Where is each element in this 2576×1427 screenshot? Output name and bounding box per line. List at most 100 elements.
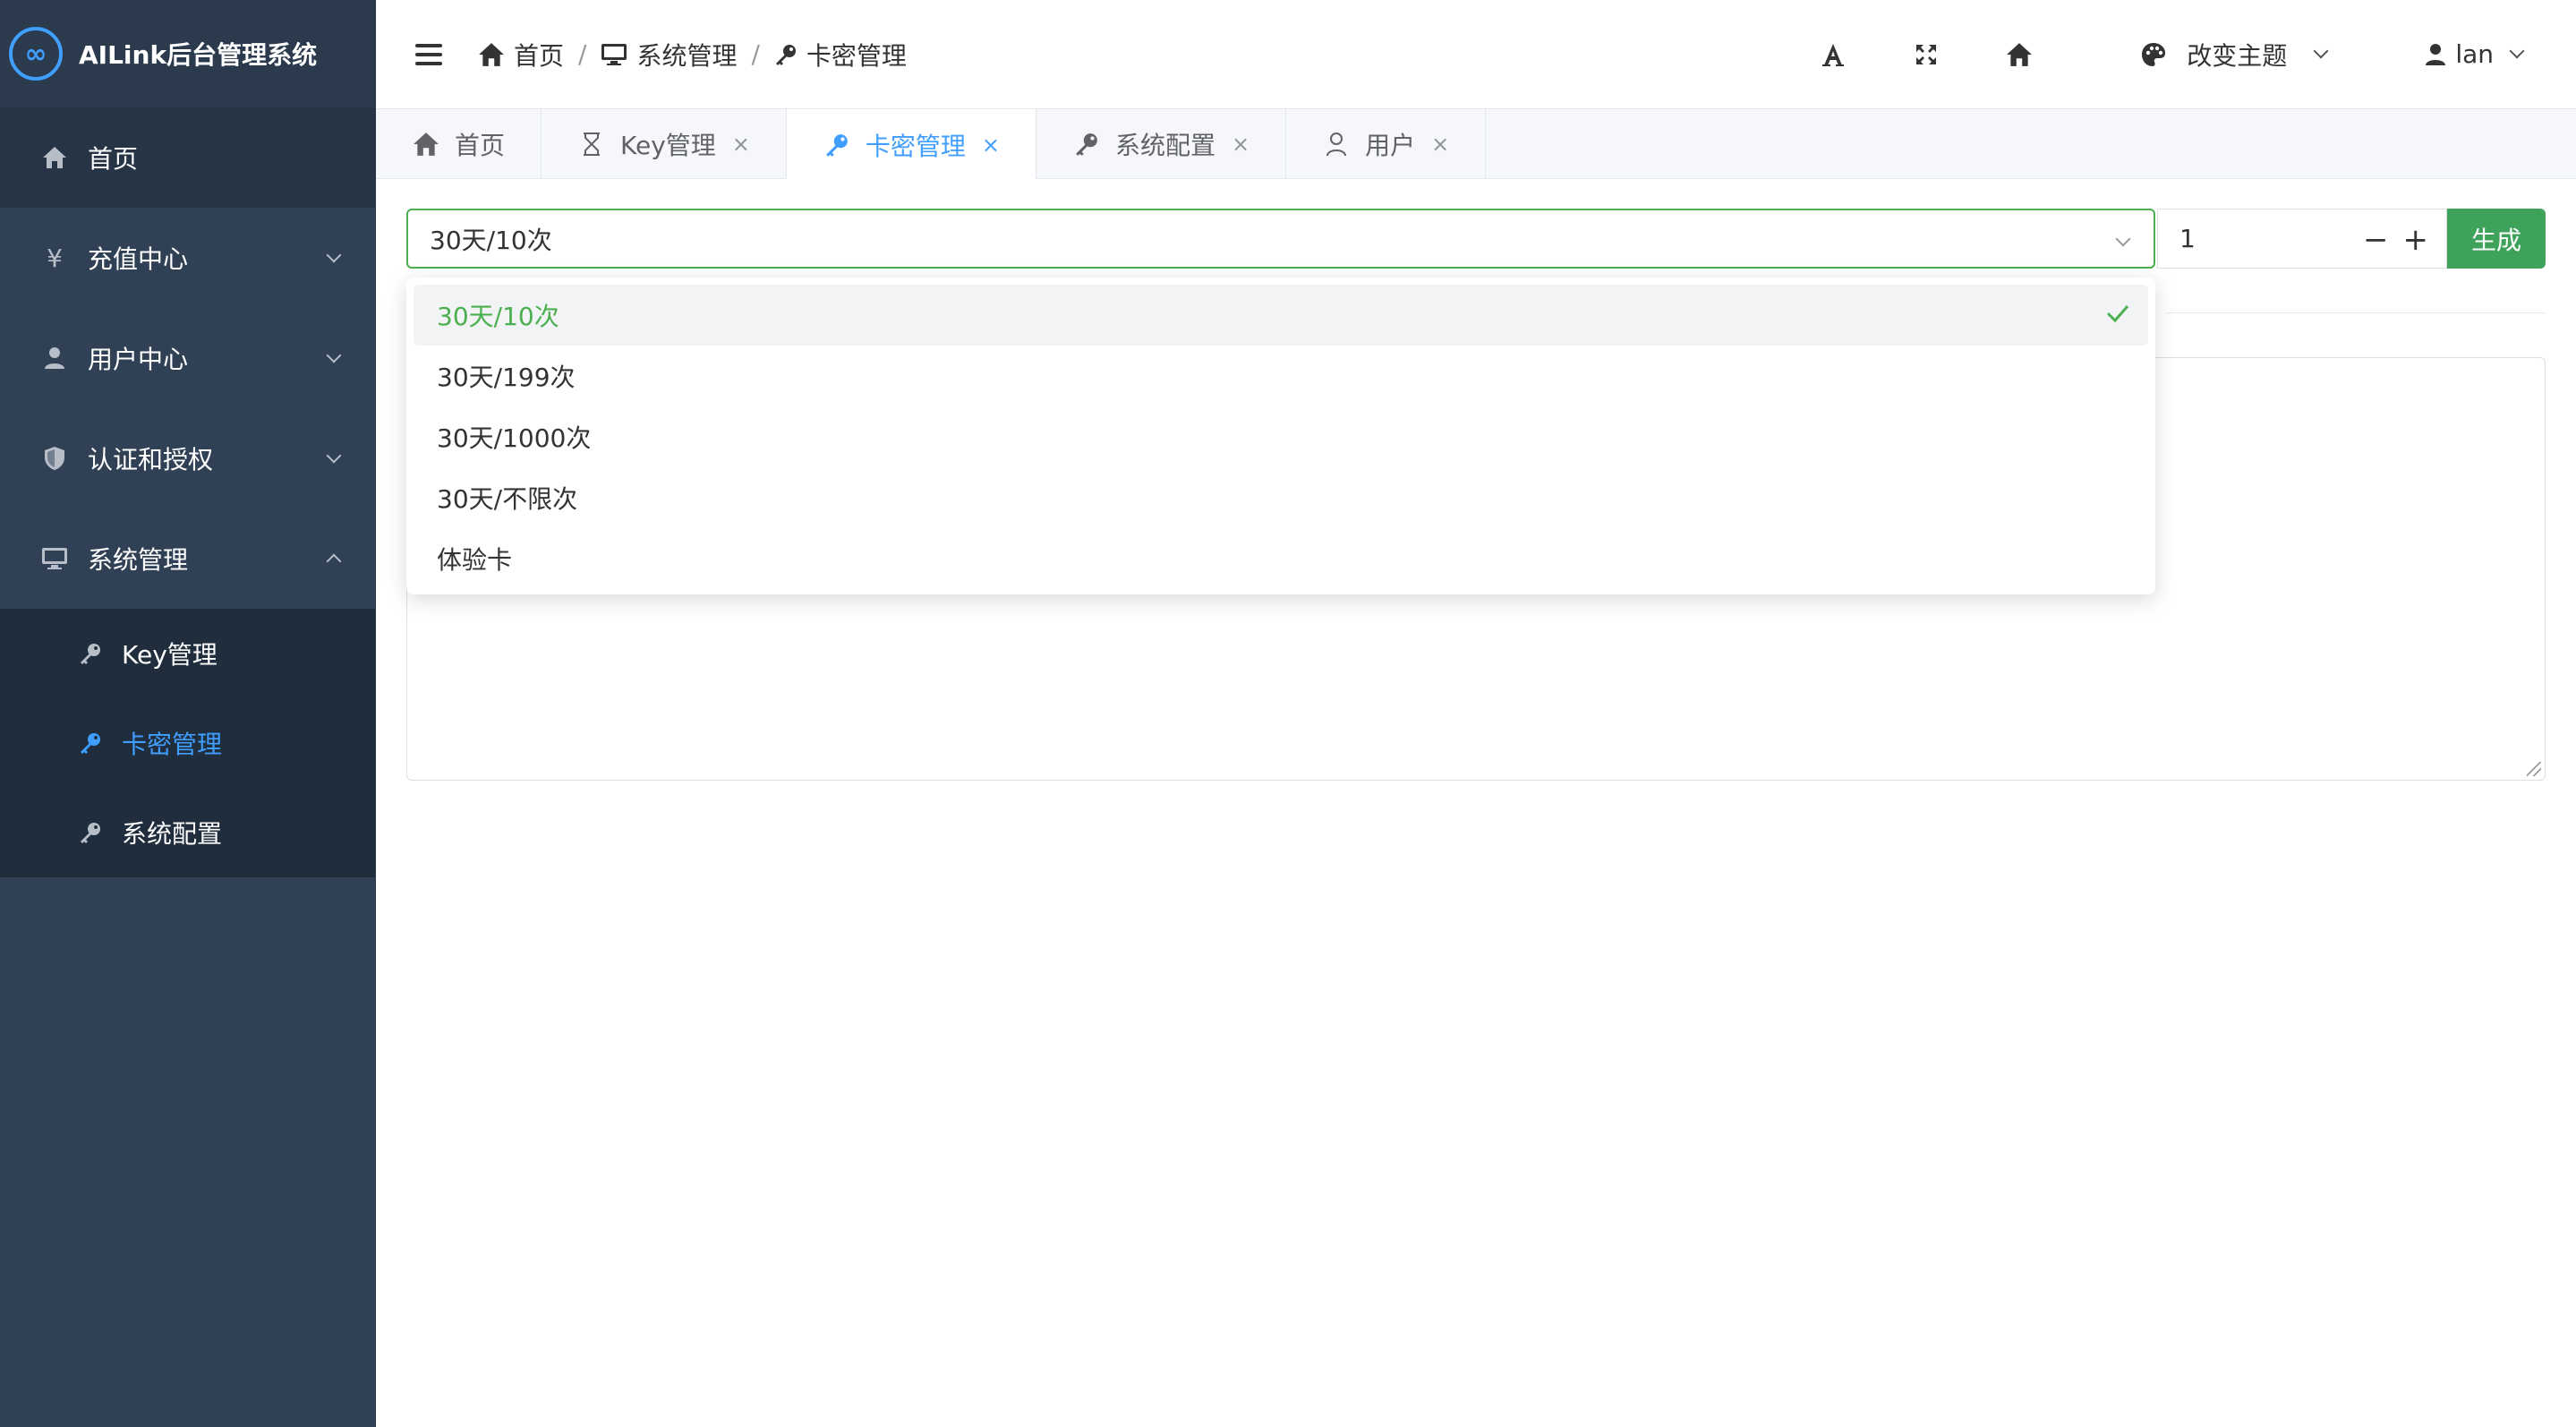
option-label: 体验卡 <box>437 545 513 575</box>
sidebar: ∞ AILink后台管理系统 首页 ¥ 充值中心 用户中心 认证和授权 系统管理… <box>0 0 376 1427</box>
breadcrumb: 首页 / 系统管理 / 卡密管理 <box>478 37 907 73</box>
menu-toggle-icon[interactable] <box>415 43 442 65</box>
shield-icon <box>39 446 70 471</box>
breadcrumb-label: 系统管理 <box>636 40 738 71</box>
tab-home[interactable]: 首页 <box>376 109 542 178</box>
home-icon <box>39 146 70 169</box>
tab-label: Key管理 <box>620 130 716 160</box>
sidebar-item-card-management[interactable]: 卡密管理 <box>0 698 375 788</box>
chevron-down-icon <box>326 347 342 363</box>
close-icon[interactable]: × <box>1232 132 1250 157</box>
monitor-icon <box>39 547 70 570</box>
app-root: ∞ AILink后台管理系统 首页 ¥ 充值中心 用户中心 认证和授权 系统管理… <box>0 0 2576 1427</box>
chevron-down-icon <box>2313 43 2329 58</box>
tab-label: 系统配置 <box>1115 130 1216 160</box>
chevron-down-icon <box>2115 231 2131 247</box>
dropdown-option[interactable]: 30天/不限次 <box>414 467 2148 528</box>
key-icon <box>775 44 796 65</box>
close-icon[interactable]: × <box>1431 132 1449 157</box>
chevron-down-icon <box>326 448 342 464</box>
sidebar-item-label: 充值中心 <box>88 244 189 274</box>
fullscreen-icon[interactable] <box>1913 42 1940 67</box>
tab-label: 用户 <box>1365 130 1416 160</box>
top-header: 首页 / 系统管理 / 卡密管理 改变主题 lan <box>376 0 2576 109</box>
sidebar-item-system-config[interactable]: 系统配置 <box>0 788 375 877</box>
breadcrumb-separator: / <box>751 39 760 69</box>
tab-label: 首页 <box>455 130 506 160</box>
user-outline-icon <box>1322 132 1351 157</box>
stepper-controls: − + <box>2363 222 2428 258</box>
generate-button[interactable]: 生成 <box>2447 209 2546 269</box>
breadcrumb-item-home[interactable]: 首页 <box>478 37 564 73</box>
sidebar-item-home[interactable]: 首页 <box>0 107 375 208</box>
quantity-value: 1 <box>2179 224 2196 253</box>
close-icon[interactable]: × <box>732 132 750 157</box>
header-actions: 改变主题 lan <box>1753 0 2576 108</box>
breadcrumb-item-current: 卡密管理 <box>774 37 907 73</box>
key-icon <box>77 821 104 844</box>
sidebar-item-label: Key管理 <box>122 640 218 670</box>
sidebar-item-label: 卡密管理 <box>122 730 223 759</box>
user-icon <box>39 346 70 370</box>
breadcrumb-separator: / <box>578 39 587 69</box>
select-dropdown: 30天/10次 30天/199次 30天/1000次 30天/不限次 体验卡 <box>406 278 2155 594</box>
sidebar-item-key-management[interactable]: Key管理 <box>0 609 375 698</box>
home-icon[interactable] <box>2006 42 2033 67</box>
sidebar-item-label: 系统配置 <box>122 819 223 849</box>
home-icon <box>479 42 504 66</box>
key-icon <box>1072 132 1101 157</box>
sidebar-item-recharge[interactable]: ¥ 充值中心 <box>0 208 375 308</box>
increment-button[interactable]: + <box>2403 222 2429 258</box>
user-menu[interactable]: lan <box>2425 39 2525 69</box>
chevron-down-icon <box>326 247 342 263</box>
tab-system-config[interactable]: 系统配置 × <box>1036 109 1287 178</box>
sidebar-item-label: 首页 <box>88 144 139 174</box>
font-size-icon[interactable] <box>1820 42 1847 67</box>
card-type-select[interactable]: 30天/10次 <box>406 209 2155 269</box>
tab-bar: 首页 Key管理 × 卡密管理 × 系统配置 × 用户 × <box>376 109 2576 180</box>
breadcrumb-item-system[interactable]: 系统管理 <box>601 37 737 73</box>
yen-icon: ¥ <box>47 243 63 273</box>
main-content: 30天/10次 1 − + 生成 30天/10次 30天/199次 30天/10… <box>376 179 2576 1427</box>
decrement-button[interactable]: − <box>2363 222 2389 258</box>
tab-card-management[interactable]: 卡密管理 × <box>786 109 1037 180</box>
quantity-stepper[interactable]: 1 − + <box>2157 209 2447 269</box>
option-label: 30天/10次 <box>437 302 559 331</box>
breadcrumb-label: 卡密管理 <box>806 40 907 71</box>
app-title: AILink后台管理系统 <box>79 40 318 70</box>
dropdown-option[interactable]: 30天/199次 <box>414 346 2148 406</box>
select-value: 30天/10次 <box>430 225 552 255</box>
resize-handle-icon[interactable] <box>2527 762 2541 776</box>
sidebar-item-user-center[interactable]: 用户中心 <box>0 308 375 408</box>
sidebar-item-label: 系统管理 <box>88 545 189 575</box>
theme-switcher[interactable]: 改变主题 <box>2140 37 2329 73</box>
user-name: lan <box>2455 39 2494 69</box>
sidebar-item-auth[interactable]: 认证和授权 <box>0 408 375 508</box>
sidebar-item-system[interactable]: 系统管理 <box>0 508 375 609</box>
dropdown-option[interactable]: 体验卡 <box>414 528 2148 589</box>
check-icon <box>2105 301 2130 332</box>
tab-user[interactable]: 用户 × <box>1286 109 1487 178</box>
option-label: 30天/199次 <box>437 363 576 392</box>
tab-key-management[interactable]: Key管理 × <box>542 109 787 178</box>
dropdown-option[interactable]: 30天/1000次 <box>414 406 2148 467</box>
key-icon <box>823 132 851 158</box>
home-icon <box>412 132 440 157</box>
close-icon[interactable]: × <box>982 132 1000 158</box>
chevron-up-icon <box>326 553 342 569</box>
logo-icon: ∞ <box>9 27 63 81</box>
sidebar-item-label: 用户中心 <box>88 345 189 374</box>
key-icon <box>77 731 104 755</box>
breadcrumb-label: 首页 <box>514 40 565 71</box>
hourglass-icon <box>577 132 606 157</box>
sidebar-submenu-system: Key管理 卡密管理 系统配置 <box>0 609 375 877</box>
sidebar-item-label: 认证和授权 <box>88 445 214 474</box>
dropdown-option[interactable]: 30天/10次 <box>414 285 2148 346</box>
palette-icon <box>2142 42 2166 66</box>
logo[interactable]: ∞ AILink后台管理系统 <box>0 0 375 107</box>
theme-label: 改变主题 <box>2187 40 2288 71</box>
monitor-icon <box>601 43 627 65</box>
user-icon <box>2426 43 2446 65</box>
divider <box>2166 312 2546 313</box>
key-icon <box>77 642 104 665</box>
